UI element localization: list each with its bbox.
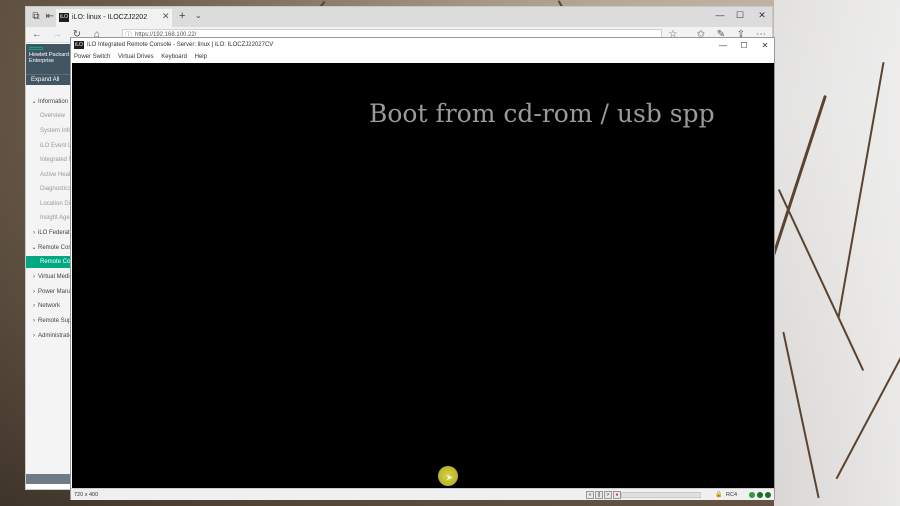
chevron-right-icon: › — [33, 318, 35, 324]
sidebar-item-label: Location Discovery Services — [40, 201, 72, 207]
record-button[interactable]: ● — [613, 491, 621, 499]
remote-console-window: iLO iLO Integrated Remote Console - Serv… — [70, 37, 775, 500]
sidebar-item-label: Power Management — [38, 289, 72, 295]
status-indicator — [765, 492, 771, 498]
ilo-favicon-icon: iLO — [59, 13, 69, 22]
encryption-label: RC4 — [726, 492, 738, 498]
boot-instruction-text: Boot from cd-rom / usb spp — [369, 99, 715, 128]
close-tab-icon[interactable]: ✕ — [162, 11, 170, 22]
maximize-icon[interactable]: ☐ — [732, 10, 748, 21]
mouse-cursor-highlight: ➤ — [438, 466, 458, 486]
sidebar-item-label: Remote Console — [40, 259, 72, 265]
rewind-button[interactable]: « — [586, 491, 594, 499]
sidebar-item[interactable]: Diagnostics — [26, 183, 72, 195]
new-tab-icon[interactable]: + — [179, 10, 185, 22]
tab-bar: ⧉ ⇤ iLO iLO: linux - ILOCZJ2202 ✕ + ⌄ — … — [26, 7, 772, 27]
close-window-icon[interactable]: ✕ — [754, 10, 770, 21]
playback-progress[interactable] — [621, 492, 701, 498]
arrow-right-icon[interactable]: → — [50, 29, 64, 40]
sidebar-item-label: Network — [38, 303, 61, 309]
tab-preview-icon[interactable]: ⧉ — [30, 11, 42, 23]
console-screen[interactable]: Boot from cd-rom / usb spp ➤ — [72, 63, 774, 488]
sidebar-item-label: Administration — [38, 333, 72, 339]
console-menu-bar: Power Switch Virtual Drives Keyboard Hel… — [71, 52, 774, 63]
sidebar-item[interactable]: Integrated Management Log — [26, 154, 72, 166]
playback-controls: «|| > ● — [586, 491, 622, 499]
wallpaper-branch — [777, 188, 865, 372]
expand-all-link[interactable]: Expand All — [26, 74, 72, 85]
menu-help[interactable]: Help — [195, 54, 207, 60]
chevron-down-icon: ⌄ — [31, 99, 37, 105]
chevron-right-icon: › — [33, 230, 35, 236]
sidebar-item[interactable]: System Information — [26, 125, 72, 137]
browser-tab[interactable]: iLO iLO: linux - ILOCZJ2202 — [56, 9, 172, 27]
close-window-icon[interactable]: ✕ — [758, 39, 772, 53]
chevron-down-icon[interactable]: ⌄ — [195, 11, 202, 20]
ilo-app-icon: iLO — [74, 41, 84, 49]
minimize-icon[interactable]: — — [716, 39, 730, 53]
wallpaper-branch — [837, 61, 885, 319]
lock-icon: 🔒 — [715, 492, 723, 498]
sidebar-item-label: Information — [38, 99, 69, 105]
sidebar-item-label: Diagnostics — [40, 186, 72, 192]
sidebar-item[interactable]: Overview — [26, 110, 72, 122]
console-title-bar: iLO iLO Integrated Remote Console - Serv… — [71, 38, 774, 52]
chevron-right-icon: › — [33, 289, 35, 295]
sidebar-item-label: System Information — [40, 128, 72, 134]
minimize-icon[interactable]: — — [712, 10, 728, 20]
hpe-logo-icon — [29, 47, 43, 50]
sidebar-item[interactable]: Active Health System Log — [26, 169, 72, 181]
menu-power-switch[interactable]: Power Switch — [74, 54, 110, 60]
wallpaper-branch — [782, 331, 820, 499]
sidebar-item[interactable]: ›iLO Federation — [26, 227, 72, 239]
sidebar-item[interactable]: ›Power Management — [26, 286, 72, 298]
sidebar-item[interactable]: ›Remote Support — [26, 315, 72, 327]
sidebar-item-label: Remote Console — [38, 245, 72, 251]
status-indicator — [757, 492, 763, 498]
sidebar-item-label: iLO Event Log — [40, 143, 72, 149]
brand-line2: Enterprise — [29, 58, 55, 64]
console-status-bar: 720 x 400 «|| > ● 🔒 RC4 — [71, 488, 774, 500]
sidebar-item-label: Virtual Media — [38, 274, 72, 280]
ilo-sidebar: Hewlett Packard Enterprise Expand All ⌄I… — [26, 44, 72, 484]
console-title: iLO Integrated Remote Console - Server: … — [87, 42, 274, 48]
sidebar-item[interactable]: Insight Agent — [26, 212, 72, 224]
sidebar-item[interactable]: ⌄Information — [26, 96, 72, 108]
sidebar-footer — [26, 474, 72, 484]
sidebar-item[interactable]: Location Discovery Services — [26, 198, 72, 210]
sidebar-item[interactable]: › Virtual Media — [26, 271, 72, 283]
menu-virtual-drives[interactable]: Virtual Drives — [118, 54, 154, 60]
chevron-right-icon: › — [33, 303, 35, 309]
sidebar-item[interactable]: ›Administration — [26, 330, 72, 342]
sidebar-item-label: Active Health System Log — [40, 172, 72, 178]
cursor-arrow-icon: ➤ — [446, 473, 453, 482]
sidebar-item[interactable]: › Network — [26, 300, 72, 312]
status-indicator — [749, 492, 755, 498]
sidebar-item-label: Insight Agent — [40, 215, 72, 221]
maximize-icon[interactable]: ☐ — [737, 39, 751, 53]
sidebar-item-label: iLO Federation — [38, 230, 72, 236]
sidebar-item-label: Remote Support — [38, 318, 72, 324]
sidebar-item[interactable]: ⌄Remote Console — [26, 242, 72, 254]
play-button[interactable]: > — [604, 491, 612, 499]
sidebar-item-label: Overview — [40, 113, 66, 119]
chevron-right-icon: › — [33, 333, 35, 339]
chevron-right-icon: › — [33, 274, 35, 280]
tab-aside-icon[interactable]: ⇤ — [44, 11, 56, 23]
sidebar-item[interactable]: Remote Console — [26, 256, 72, 268]
chevron-down-icon: ⌄ — [31, 245, 37, 251]
pause-button[interactable]: || — [595, 491, 603, 499]
sidebar-item-label: Integrated Management Log — [40, 157, 72, 163]
sidebar-item[interactable]: iLO Event Log — [26, 140, 72, 152]
screen-resolution: 720 x 400 — [74, 492, 99, 498]
arrow-left-icon[interactable]: ← — [30, 29, 44, 40]
hpe-brand: Hewlett Packard Enterprise — [26, 44, 72, 74]
tab-title: iLO: linux - ILOCZJ2202 — [72, 14, 148, 21]
menu-keyboard[interactable]: Keyboard — [161, 54, 187, 60]
